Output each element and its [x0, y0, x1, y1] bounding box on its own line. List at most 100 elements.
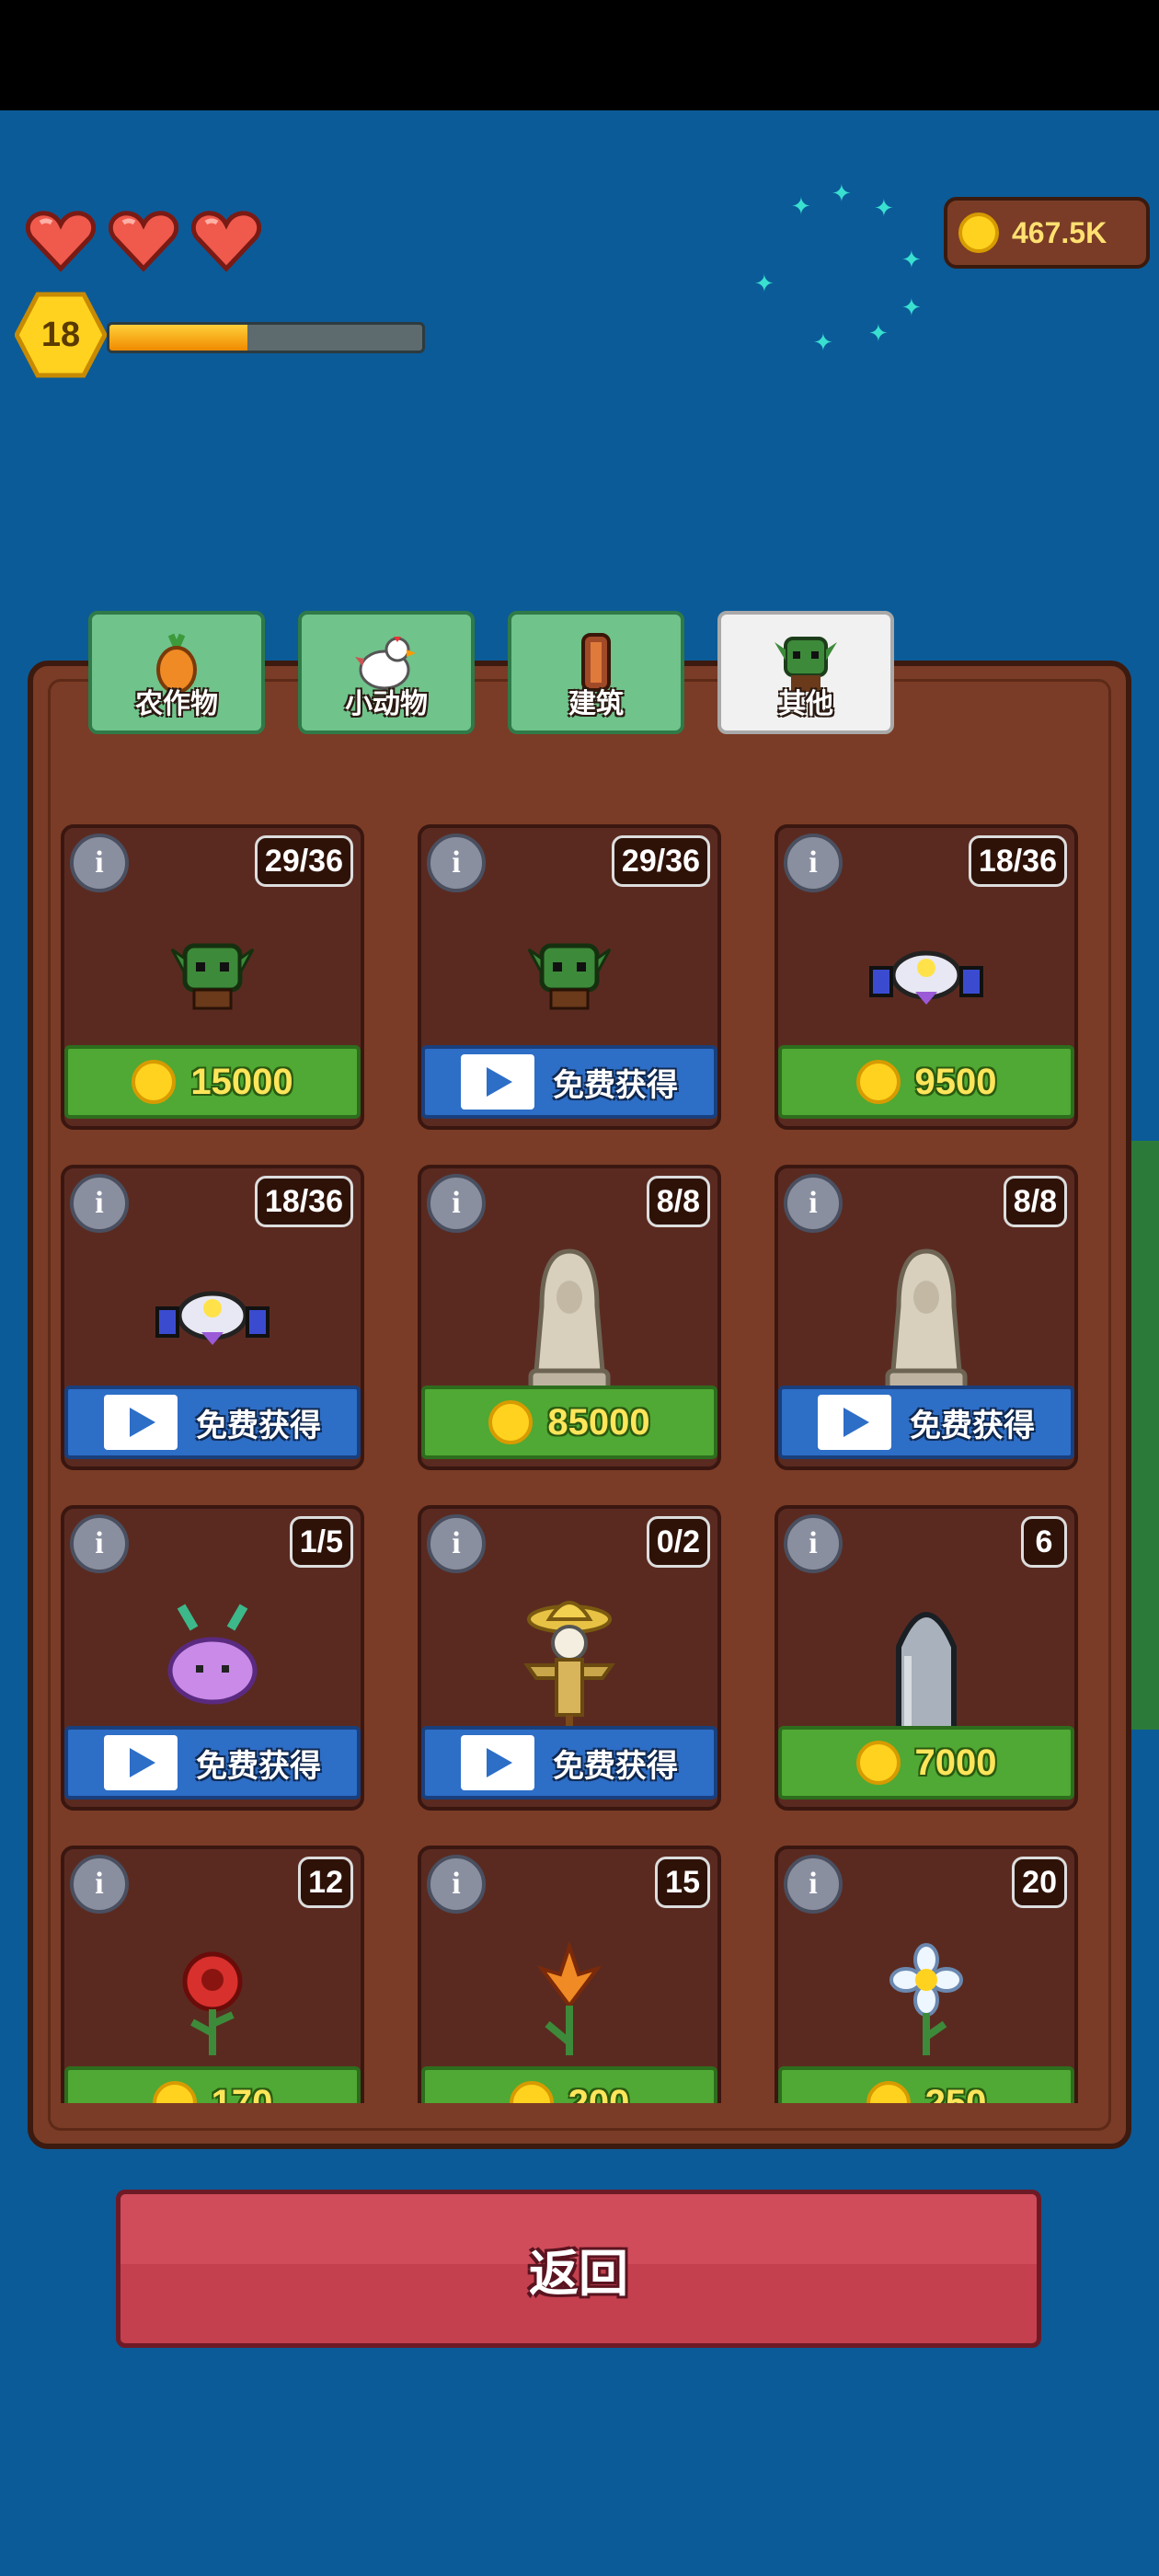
- heart-icon: [26, 210, 96, 272]
- shop-item-card[interactable]: i 18/36 免费获得: [61, 1165, 364, 1470]
- coin-icon: [509, 2081, 554, 2103]
- slime-icon: [139, 1582, 286, 1730]
- item-price: 170: [211, 2082, 273, 2104]
- lily-icon: [496, 1923, 643, 2070]
- statue-icon: [496, 1242, 643, 1396]
- tab-carrot[interactable]: 农作物: [88, 611, 265, 734]
- info-button[interactable]: i: [427, 834, 486, 892]
- buy-with-coins-button[interactable]: 9500: [778, 1045, 1074, 1119]
- category-tabs: 农作物 小动物 建筑 其他: [88, 611, 894, 734]
- watch-ad-button[interactable]: 免费获得: [64, 1726, 361, 1800]
- coin-icon: [866, 2081, 911, 2103]
- statue-icon: [853, 1242, 1000, 1396]
- heart-icon: [191, 210, 261, 272]
- shop-item-card[interactable]: i 12 170: [61, 1846, 364, 2103]
- item-count-badge: 12: [298, 1857, 353, 1908]
- status-bar: [0, 0, 1159, 110]
- info-button[interactable]: i: [70, 1174, 129, 1233]
- item-price: 250: [924, 2082, 987, 2104]
- info-button[interactable]: i: [784, 1514, 843, 1573]
- item-grid-scroll[interactable]: i 29/36 15000 i 29/36 免费获得 i 18/36 9500 i 18/36 免费获…: [61, 824, 1098, 2103]
- info-button[interactable]: i: [427, 1514, 486, 1573]
- info-button[interactable]: i: [70, 834, 129, 892]
- info-button[interactable]: i: [70, 1514, 129, 1573]
- coin-balance-value: 467.5K: [1012, 215, 1107, 249]
- sparkle-icon: ✦: [874, 195, 894, 223]
- sparkle-icon: ✦: [901, 294, 922, 322]
- tab-building[interactable]: 建筑: [508, 611, 684, 734]
- watch-ad-button[interactable]: 免费获得: [64, 1386, 361, 1459]
- item-price: 200: [568, 2082, 630, 2104]
- info-button[interactable]: i: [427, 1174, 486, 1233]
- shop-item-card[interactable]: i 20 250: [775, 1846, 1078, 2103]
- video-icon: [461, 1735, 534, 1790]
- buy-with-coins-button[interactable]: 200: [421, 2066, 717, 2103]
- item-price: 85000: [547, 1401, 650, 1443]
- info-button[interactable]: i: [427, 1855, 486, 1914]
- item-count-badge: 0/2: [646, 1516, 710, 1568]
- item-count-badge: 15: [655, 1857, 710, 1908]
- daisy-icon: [853, 1923, 1000, 2070]
- sparkle-icon: ✦: [754, 270, 775, 298]
- goblin-icon: [139, 902, 286, 1049]
- sparkle-icon: ✦: [832, 180, 852, 208]
- sparkle-icon: ✦: [901, 247, 922, 274]
- shop-item-card[interactable]: i 29/36 15000: [61, 824, 364, 1130]
- buy-with-coins-button[interactable]: 7000: [778, 1726, 1074, 1800]
- buy-with-coins-button[interactable]: 85000: [421, 1386, 717, 1459]
- shop-item-card[interactable]: i 18/36 9500: [775, 824, 1078, 1130]
- coin-balance[interactable]: 467.5K: [944, 197, 1150, 269]
- buy-with-coins-button[interactable]: 170: [64, 2066, 361, 2103]
- level-number: 18: [40, 315, 81, 354]
- back-button[interactable]: 返回: [116, 2190, 1041, 2348]
- video-icon: [104, 1735, 178, 1790]
- rose-icon: [139, 1923, 286, 2070]
- coin-icon: [855, 1060, 901, 1104]
- coin-icon: [855, 1741, 901, 1785]
- item-price: 15000: [190, 1061, 293, 1102]
- health-hearts: [26, 210, 261, 272]
- drone-icon: [853, 902, 1000, 1049]
- item-price: 7000: [914, 1742, 997, 1783]
- shop-item-card[interactable]: i 15 200: [418, 1846, 721, 2103]
- xp-progress-bar: [107, 322, 425, 353]
- item-count-badge: 6: [1021, 1516, 1067, 1568]
- shop-item-card[interactable]: i 1/5 免费获得: [61, 1505, 364, 1811]
- item-count-badge: 8/8: [646, 1176, 710, 1227]
- buy-with-coins-button[interactable]: 250: [778, 2066, 1074, 2103]
- coin-icon: [152, 2081, 197, 2103]
- video-icon: [818, 1395, 891, 1450]
- watch-ad-button[interactable]: 免费获得: [778, 1386, 1074, 1459]
- coin-icon: [958, 213, 999, 253]
- tab-chicken[interactable]: 小动物: [298, 611, 475, 734]
- shop-item-card[interactable]: i 8/8 85000: [418, 1165, 721, 1470]
- shop-item-card[interactable]: i 6 7000: [775, 1505, 1078, 1811]
- shop-item-card[interactable]: i 29/36 免费获得: [418, 824, 721, 1130]
- watch-ad-button[interactable]: 免费获得: [421, 1726, 717, 1800]
- watch-ad-label: 免费获得: [910, 1407, 1035, 1444]
- tab-goblin[interactable]: 其他: [717, 611, 894, 734]
- item-count-badge: 18/36: [968, 835, 1067, 887]
- shop-item-card[interactable]: i 8/8 免费获得: [775, 1165, 1078, 1470]
- watch-ad-label: 免费获得: [553, 1066, 678, 1104]
- item-count-badge: 1/5: [289, 1516, 353, 1568]
- info-button[interactable]: i: [784, 1174, 843, 1233]
- watch-ad-label: 免费获得: [196, 1407, 321, 1444]
- shop-item-card[interactable]: i 0/2 免费获得: [418, 1505, 721, 1811]
- watch-ad-button[interactable]: 免费获得: [421, 1045, 717, 1119]
- watch-ad-label: 免费获得: [553, 1747, 678, 1785]
- video-icon: [461, 1054, 534, 1110]
- building-scenery: [1130, 1141, 1159, 1730]
- info-button[interactable]: i: [784, 834, 843, 892]
- info-button[interactable]: i: [784, 1855, 843, 1914]
- item-count-badge: 29/36: [611, 835, 710, 887]
- bullet-icon: [853, 1582, 1000, 1760]
- goblin-icon: [496, 902, 643, 1049]
- info-button[interactable]: i: [70, 1855, 129, 1914]
- tab-label: 农作物: [135, 688, 218, 720]
- item-count-badge: 8/8: [1003, 1176, 1067, 1227]
- sparkle-icon: ✦: [813, 329, 833, 357]
- sparkle-icon: ✦: [791, 193, 811, 221]
- item-count-badge: 29/36: [254, 835, 353, 887]
- buy-with-coins-button[interactable]: 15000: [64, 1045, 361, 1119]
